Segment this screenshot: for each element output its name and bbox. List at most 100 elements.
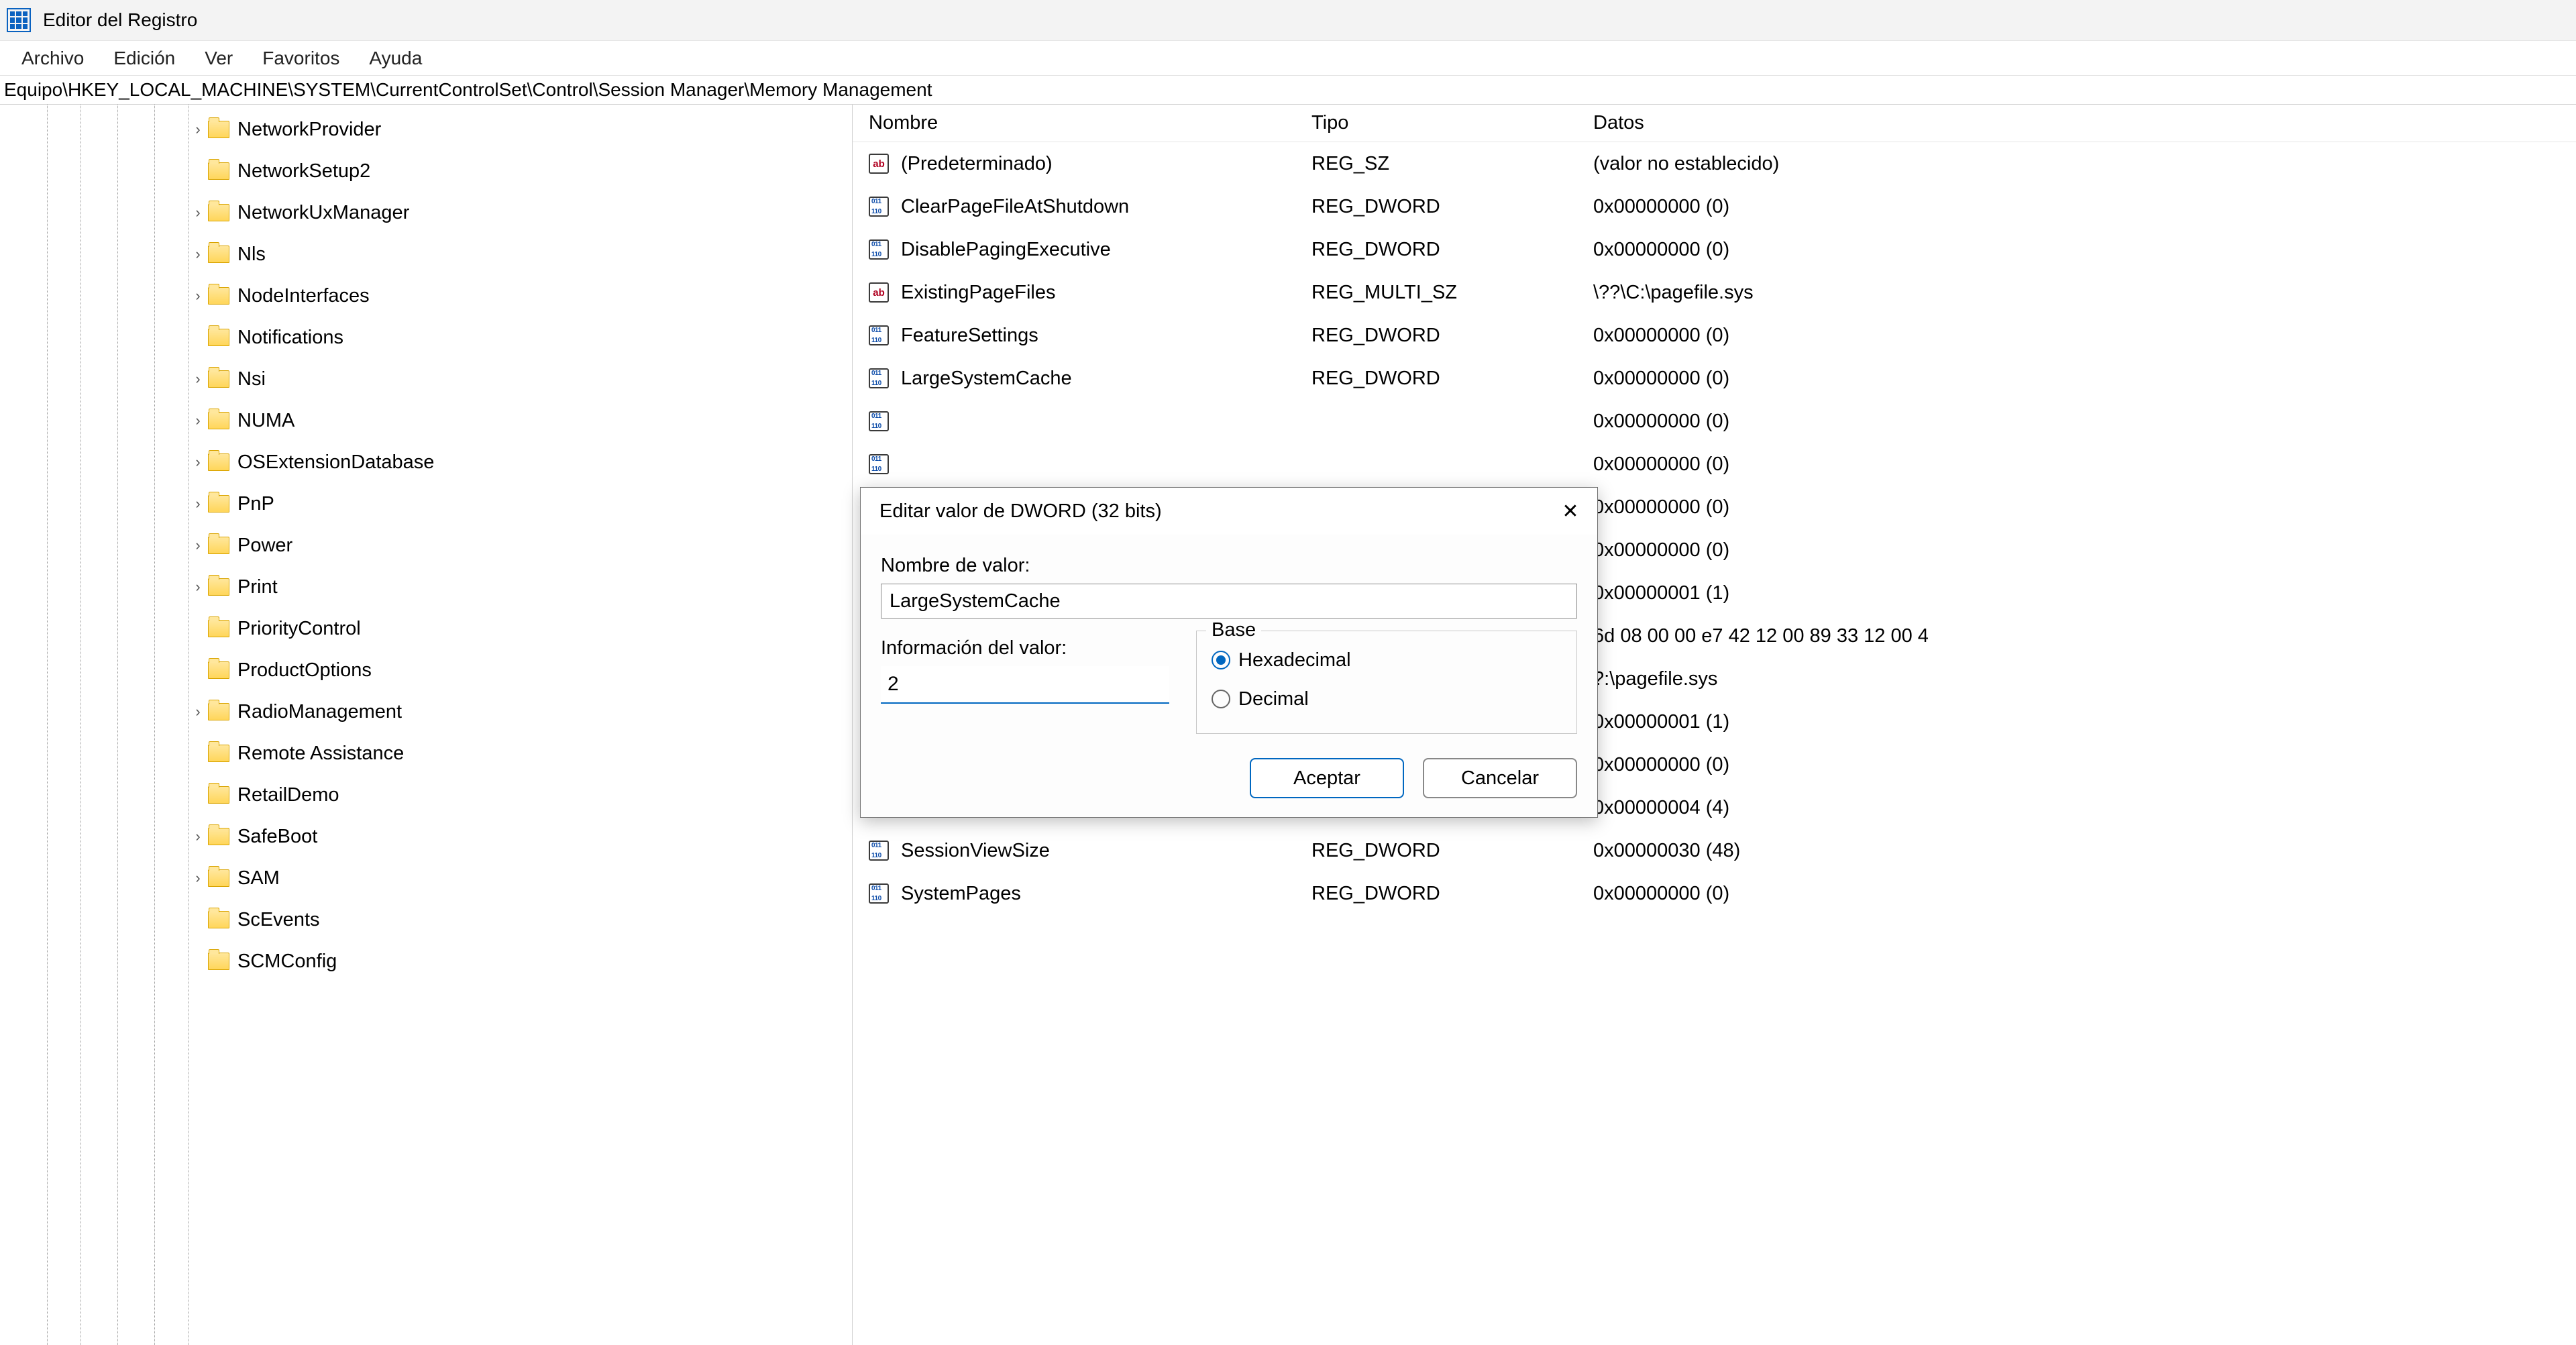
tree-pane[interactable]: ›NetworkProvider·NetworkSetup2›NetworkUx… [0,105,852,1345]
value-data: 0x00000000 (0) [1593,196,2576,218]
tree-item[interactable]: ›NodeInterfaces [0,275,852,317]
value-row[interactable]: ExistingPageFilesREG_MULTI_SZ\??\C:\page… [853,271,2576,314]
chevron-right-icon[interactable]: › [188,453,208,471]
tree-item[interactable]: ›Print [0,566,852,608]
chevron-right-icon[interactable]: › [188,869,208,887]
radio-dec-row[interactable]: Decimal [1212,680,1562,718]
value-data-input[interactable] [881,666,1169,704]
list-header: Nombre Tipo Datos [853,105,2576,142]
regedit-icon [7,8,31,32]
value-row[interactable]: SessionViewSizeREG_DWORD0x00000030 (48) [853,829,2576,872]
tree-item-label: NUMA [237,410,294,432]
tree-item[interactable]: ›SafeBoot [0,816,852,857]
value-row[interactable]: 0x00000000 (0) [853,443,2576,486]
tree-item[interactable]: › NUMA [0,400,852,441]
tree-item[interactable]: ·ScEvents [0,899,852,940]
value-type: REG_DWORD [1311,883,1593,905]
chevron-right-icon[interactable]: › [188,370,208,388]
value-type: REG_DWORD [1311,196,1593,218]
radio-dec[interactable] [1212,690,1230,708]
tree-item[interactable]: ›Nls [0,233,852,275]
tree-item[interactable]: › SAM [0,857,852,899]
chevron-right-icon[interactable]: › [188,121,208,138]
folder-icon [208,453,229,471]
chevron-right-icon[interactable]: › [188,287,208,305]
menu-favoritos[interactable]: Favoritos [248,42,354,74]
value-name-input[interactable] [881,584,1577,618]
value-row[interactable]: ClearPageFileAtShutdown REG_DWORD0x000000… [853,185,2576,228]
tree-item[interactable]: › Nsi [0,358,852,400]
folder-icon [208,953,229,970]
dword-value-icon [869,883,889,904]
dword-value-icon [869,411,889,431]
tree-item[interactable]: ·PriorityControl [0,608,852,649]
value-data: 0x00000004 (4) [1593,797,2576,819]
menu-edicion[interactable]: Edición [99,42,190,74]
folder-icon [208,578,229,596]
close-icon[interactable]: ✕ [1554,495,1587,527]
chevron-right-icon[interactable]: › [188,246,208,263]
chevron-right-icon[interactable]: › [188,204,208,221]
value-name: ExistingPageFiles [901,282,1056,304]
value-name: ClearPageFileAtShutdown [901,196,1129,218]
tree-item-label: Nsi [237,368,266,390]
folder-icon [208,246,229,263]
folder-icon [208,329,229,346]
dword-value-icon [869,841,889,861]
value-row[interactable]: (Predeterminado)REG_SZ(valor no establec… [853,142,2576,185]
dialog-title: Editar valor de DWORD (32 bits) [879,500,1162,523]
value-row[interactable]: FeatureSettingsREG_DWORD0x00000000 (0) [853,314,2576,357]
value-type: REG_SZ [1311,153,1593,175]
tree-item[interactable]: ›NetworkUxManager [0,192,852,233]
value-row[interactable]: 0x00000000 (0) [853,400,2576,443]
header-name[interactable]: Nombre [869,112,1311,134]
folder-icon [208,661,229,679]
menu-bar: Archivo Edición Ver Favoritos Ayuda [0,40,2576,75]
folder-icon [208,828,229,845]
value-data: 0x00000000 (0) [1593,325,2576,347]
folder-icon [208,537,229,554]
tree-item-label: SAM [237,867,280,890]
dialog-titlebar: Editar valor de DWORD (32 bits) ✕ [861,488,1597,535]
value-name-label: Nombre de valor: [881,555,1577,577]
tree-item[interactable]: ›NetworkProvider [0,109,852,150]
tree-item[interactable]: ·Notifications [0,317,852,358]
tree-item[interactable]: ›OSExtensionDatabase [0,441,852,483]
tree-item[interactable]: ›PnP [0,483,852,525]
tree-item[interactable]: ·SCMConfig [0,940,852,982]
tree-item[interactable]: ›Power [0,525,852,566]
tree-item[interactable]: ›RadioManagement [0,691,852,733]
ok-button[interactable]: Aceptar [1250,758,1404,798]
tree-item[interactable]: ·NetworkSetup2 [0,150,852,192]
value-data: 0x00000000 (0) [1593,754,2576,776]
address-bar[interactable]: Equipo\HKEY_LOCAL_MACHINE\SYSTEM\Current… [0,75,2576,105]
tree-item[interactable]: ·ProductOptions [0,649,852,691]
menu-ayuda[interactable]: Ayuda [354,42,437,74]
value-type: REG_DWORD [1311,325,1593,347]
dword-value-icon [869,239,889,260]
tree-item-label: Remote Assistance [237,743,404,765]
menu-archivo[interactable]: Archivo [7,42,99,74]
chevron-right-icon[interactable]: › [188,828,208,845]
tree-item[interactable]: ·RetailDemo [0,774,852,816]
dword-value-icon [869,197,889,217]
folder-icon [208,370,229,388]
cancel-button[interactable]: Cancelar [1423,758,1577,798]
value-row[interactable]: DisablePagingExecutiveREG_DWORD0x0000000… [853,228,2576,271]
menu-ver[interactable]: Ver [190,42,248,74]
tree-item[interactable]: ·Remote Assistance [0,733,852,774]
chevron-right-icon[interactable]: › [188,703,208,720]
radio-hex[interactable] [1212,651,1230,669]
value-name: DisablePagingExecutive [901,239,1111,261]
chevron-right-icon[interactable]: › [188,495,208,513]
radio-hex-row[interactable]: Hexadecimal [1212,641,1562,680]
chevron-right-icon[interactable]: › [188,537,208,554]
chevron-right-icon[interactable]: › [188,578,208,596]
folder-icon [208,495,229,513]
value-row[interactable]: SystemPagesREG_DWORD0x00000000 (0) [853,872,2576,915]
header-type[interactable]: Tipo [1311,112,1593,134]
header-data[interactable]: Datos [1593,112,2576,134]
value-row[interactable]: LargeSystemCacheREG_DWORD0x00000000 (0) [853,357,2576,400]
value-name: SessionViewSize [901,840,1050,862]
chevron-right-icon[interactable]: › [188,412,208,429]
